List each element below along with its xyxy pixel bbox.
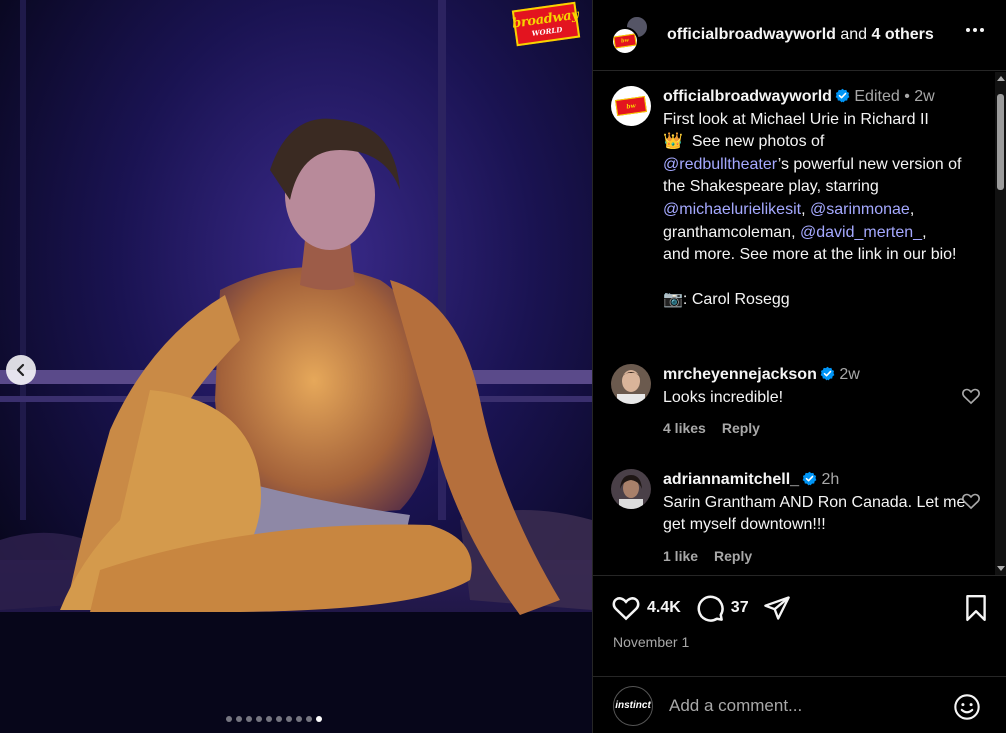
carousel-dot	[286, 716, 292, 722]
commenter-avatar[interactable]	[611, 364, 651, 404]
add-comment-row: instinct	[593, 676, 1006, 733]
reply-button[interactable]: Reply	[722, 417, 760, 440]
carousel-dot	[236, 716, 242, 722]
comments-scrollbar[interactable]	[995, 72, 1006, 575]
like-comment-heart-icon[interactable]	[961, 386, 981, 406]
camera-emoji: 📷	[663, 291, 683, 309]
previous-photo-button[interactable]	[6, 355, 36, 385]
author-username[interactable]: officialbroadwayworld	[667, 26, 836, 43]
carousel-dot	[256, 716, 262, 722]
comment-username[interactable]: adriannamitchell_	[663, 471, 799, 488]
crown-emoji: 👑	[663, 133, 683, 151]
post-header: bw officialbroadwayworld and 4 others	[593, 0, 1006, 71]
comment-text: Looks incredible!	[663, 388, 784, 406]
comments-scroll-area[interactable]: bw officialbroadwayworld Edited • 2w Fir…	[593, 72, 1006, 575]
add-comment-input[interactable]	[669, 695, 939, 716]
comment-text: Sarin Grantham AND Ron Canada. Let me ge…	[663, 493, 966, 534]
carousel-dot	[316, 716, 322, 722]
post-date[interactable]: November 1	[613, 634, 689, 650]
carousel-dot	[266, 716, 272, 722]
comment-age[interactable]: 2w	[839, 366, 859, 383]
mention-link[interactable]: @sarinmonae	[810, 201, 910, 218]
broadwayworld-avatar[interactable]: bw	[611, 86, 651, 126]
verified-badge-icon	[802, 471, 817, 486]
carousel-dot	[306, 716, 312, 722]
share-paper-plane-icon[interactable]	[763, 594, 791, 622]
stage-photo-image	[0, 0, 592, 733]
post-actions-bar: 4.4K 37 November 1 instinct	[593, 575, 1006, 733]
verified-badge-icon	[820, 366, 835, 381]
post-authors[interactable]: officialbroadwayworld and 4 others	[667, 26, 934, 44]
comment-age[interactable]: 2h	[822, 471, 840, 488]
comment-item: adriannamitchell_ 2h Sarin Grantham AND …	[611, 469, 981, 567]
emoji-smiley-icon[interactable]	[953, 693, 981, 721]
carousel-dot	[226, 716, 232, 722]
mention-link[interactable]: @david_merten_	[800, 224, 922, 241]
scrollbar-thumb[interactable]	[997, 94, 1004, 190]
scroll-up-arrow-icon[interactable]	[997, 76, 1005, 81]
caption-username[interactable]: officialbroadwayworld	[663, 88, 832, 105]
mention-link[interactable]: @redbulltheater	[663, 156, 778, 173]
comment-count[interactable]: 37	[731, 599, 749, 617]
comment-likes-link[interactable]: 1 like	[663, 545, 698, 568]
chevron-left-icon	[16, 363, 25, 377]
others-link[interactable]: 4 others	[872, 26, 934, 43]
carousel-dot	[276, 716, 282, 722]
commenter-avatar[interactable]	[611, 469, 651, 509]
more-options-icon[interactable]	[962, 24, 988, 36]
collab-avatars[interactable]: bw	[611, 15, 651, 55]
post-photo[interactable]: broadway WORLD	[0, 0, 592, 733]
like-count[interactable]: 4.4K	[647, 599, 681, 617]
post-details-panel: bw officialbroadwayworld and 4 others bw…	[592, 0, 1006, 733]
like-heart-icon[interactable]	[611, 593, 641, 623]
post-caption: bw officialbroadwayworld Edited • 2w Fir…	[611, 86, 981, 312]
current-user-avatar[interactable]: instinct	[613, 685, 653, 726]
verified-badge-icon	[835, 88, 850, 103]
carousel-indicator	[226, 716, 322, 722]
carousel-dot	[296, 716, 302, 722]
like-comment-heart-icon[interactable]	[961, 491, 981, 511]
comment-item: mrcheyennejackson 2w Looks incredible! 4…	[611, 364, 981, 440]
reply-button[interactable]: Reply	[714, 545, 752, 568]
caption-age[interactable]: 2w	[914, 88, 934, 105]
comment-likes-link[interactable]: 4 likes	[663, 417, 706, 440]
comment-username[interactable]: mrcheyennejackson	[663, 366, 817, 383]
carousel-dot	[246, 716, 252, 722]
comment-bubble-icon[interactable]	[695, 593, 725, 623]
scroll-down-arrow-icon[interactable]	[997, 566, 1005, 571]
mention-link[interactable]: @michaelurielikesit	[663, 201, 801, 218]
broadwayworld-avatar: bw	[611, 27, 639, 55]
save-bookmark-icon[interactable]	[963, 594, 989, 622]
